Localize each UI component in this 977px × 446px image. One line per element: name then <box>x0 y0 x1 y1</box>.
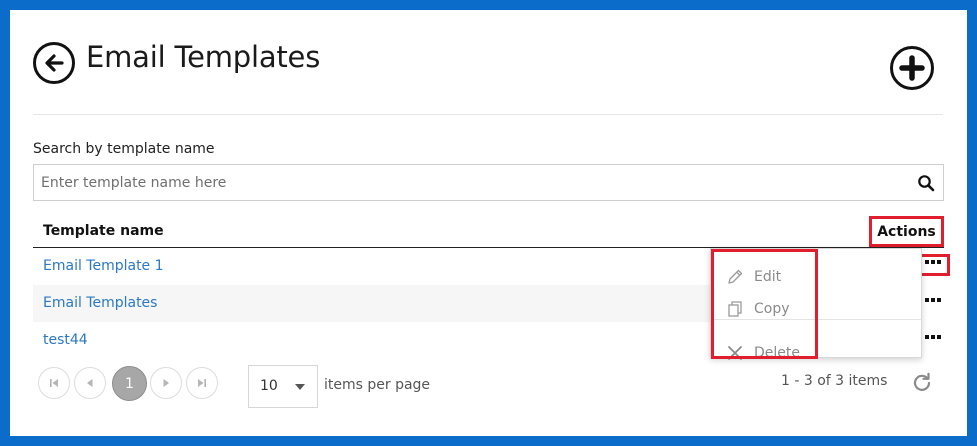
dropdown-highlight <box>711 249 818 359</box>
page-size-select[interactable]: 10 <box>248 365 318 408</box>
search-input[interactable] <box>34 165 904 200</box>
first-page-button[interactable] <box>38 367 70 399</box>
column-header-template-name[interactable]: Template name <box>43 223 164 239</box>
template-link[interactable]: test44 <box>43 332 88 348</box>
page-title: Email Templates <box>86 40 321 74</box>
search-icon[interactable] <box>917 174 935 192</box>
email-templates-panel: Email Templates Search by template name … <box>10 10 967 436</box>
search-box <box>33 164 944 201</box>
arrow-left-icon <box>45 54 64 72</box>
back-button[interactable] <box>33 42 75 84</box>
chevron-right-icon <box>163 379 169 387</box>
last-page-icon <box>198 379 206 387</box>
items-per-page-label: items per page <box>324 377 431 393</box>
first-page-icon <box>50 379 58 387</box>
search-label: Search by template name <box>33 141 215 157</box>
template-link[interactable]: Email Templates <box>43 295 157 311</box>
items-count: 1 - 3 of 3 items <box>781 373 888 389</box>
refresh-icon[interactable] <box>910 371 934 395</box>
more-options-icon <box>925 298 943 302</box>
chevron-left-icon <box>87 379 93 387</box>
add-template-button[interactable] <box>890 46 934 90</box>
current-page-button[interactable]: 1 <box>112 366 147 401</box>
template-link[interactable]: Email Template 1 <box>43 258 164 274</box>
header-divider <box>33 114 943 115</box>
last-page-button[interactable] <box>186 367 218 399</box>
column-header-actions: Actions <box>869 216 944 247</box>
more-options-icon <box>925 335 943 339</box>
page-size-value: 10 <box>260 378 278 394</box>
plus-icon <box>899 55 925 81</box>
chevron-down-icon <box>295 384 305 390</box>
previous-page-button[interactable] <box>74 367 106 399</box>
next-page-button[interactable] <box>150 367 182 399</box>
